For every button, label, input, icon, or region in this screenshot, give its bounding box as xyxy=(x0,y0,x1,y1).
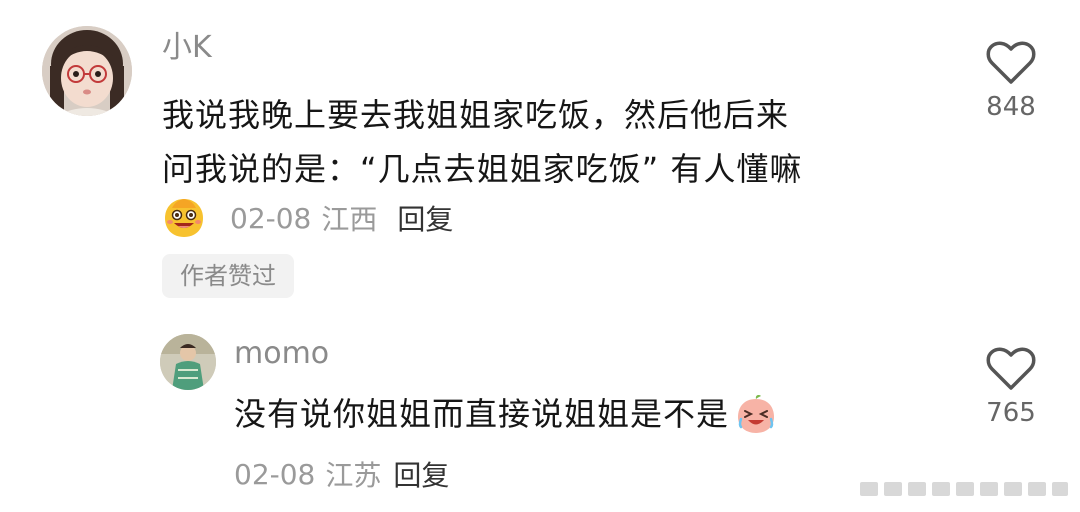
avatar[interactable] xyxy=(160,334,216,390)
comment-text-line: 我说我晚上要去我姐姐家吃饭，然后他后来 xyxy=(162,96,790,134)
comment-thread: 小K 我说我晚上要去我姐姐家吃饭，然后他后来 问我说的是：“几点去姐姐家吃饭” … xyxy=(0,0,1080,512)
reply-button[interactable]: 回复 xyxy=(397,198,453,238)
comment-date: 02-08 xyxy=(230,201,312,235)
comment-text-line: 问我说的是：“几点去姐姐家吃饭” 有人懂嘛 xyxy=(162,150,803,188)
reply-like-button[interactable]: 765 xyxy=(976,346,1046,428)
reply-text-row: 没有说你姐姐而直接说姐姐是不是 xyxy=(234,390,777,438)
comment-text: 我说我晚上要去我姐姐家吃饭，然后他后来 问我说的是：“几点去姐姐家吃饭” 有人懂… xyxy=(162,88,952,196)
heart-outline-icon[interactable] xyxy=(986,40,1036,86)
avatar[interactable] xyxy=(42,26,132,116)
reply-text: 没有说你姐姐而直接说姐姐是不是 xyxy=(234,395,730,433)
reply-username[interactable]: momo xyxy=(234,336,329,372)
like-count: 848 xyxy=(986,92,1036,122)
reply-date: 02-08 xyxy=(234,457,316,491)
like-count: 765 xyxy=(986,398,1036,428)
reply-location: 江苏 xyxy=(325,459,382,492)
watermark xyxy=(860,482,1068,496)
heart-outline-icon[interactable] xyxy=(986,346,1036,392)
comment-like-button[interactable]: 848 xyxy=(976,40,1046,122)
laughing-face-icon xyxy=(165,199,203,237)
peach-crying-laughing-icon xyxy=(738,395,775,433)
reply-meta: 02-08 江苏 回复 xyxy=(234,452,449,496)
comment-location: 江西 xyxy=(321,203,378,236)
comment-username[interactable]: 小K xyxy=(162,30,212,66)
comment-meta: 02-08 江西 回复 xyxy=(162,196,453,240)
author-liked-badge: 作者赞过 xyxy=(162,254,294,298)
reply-button[interactable]: 回复 xyxy=(393,454,449,494)
